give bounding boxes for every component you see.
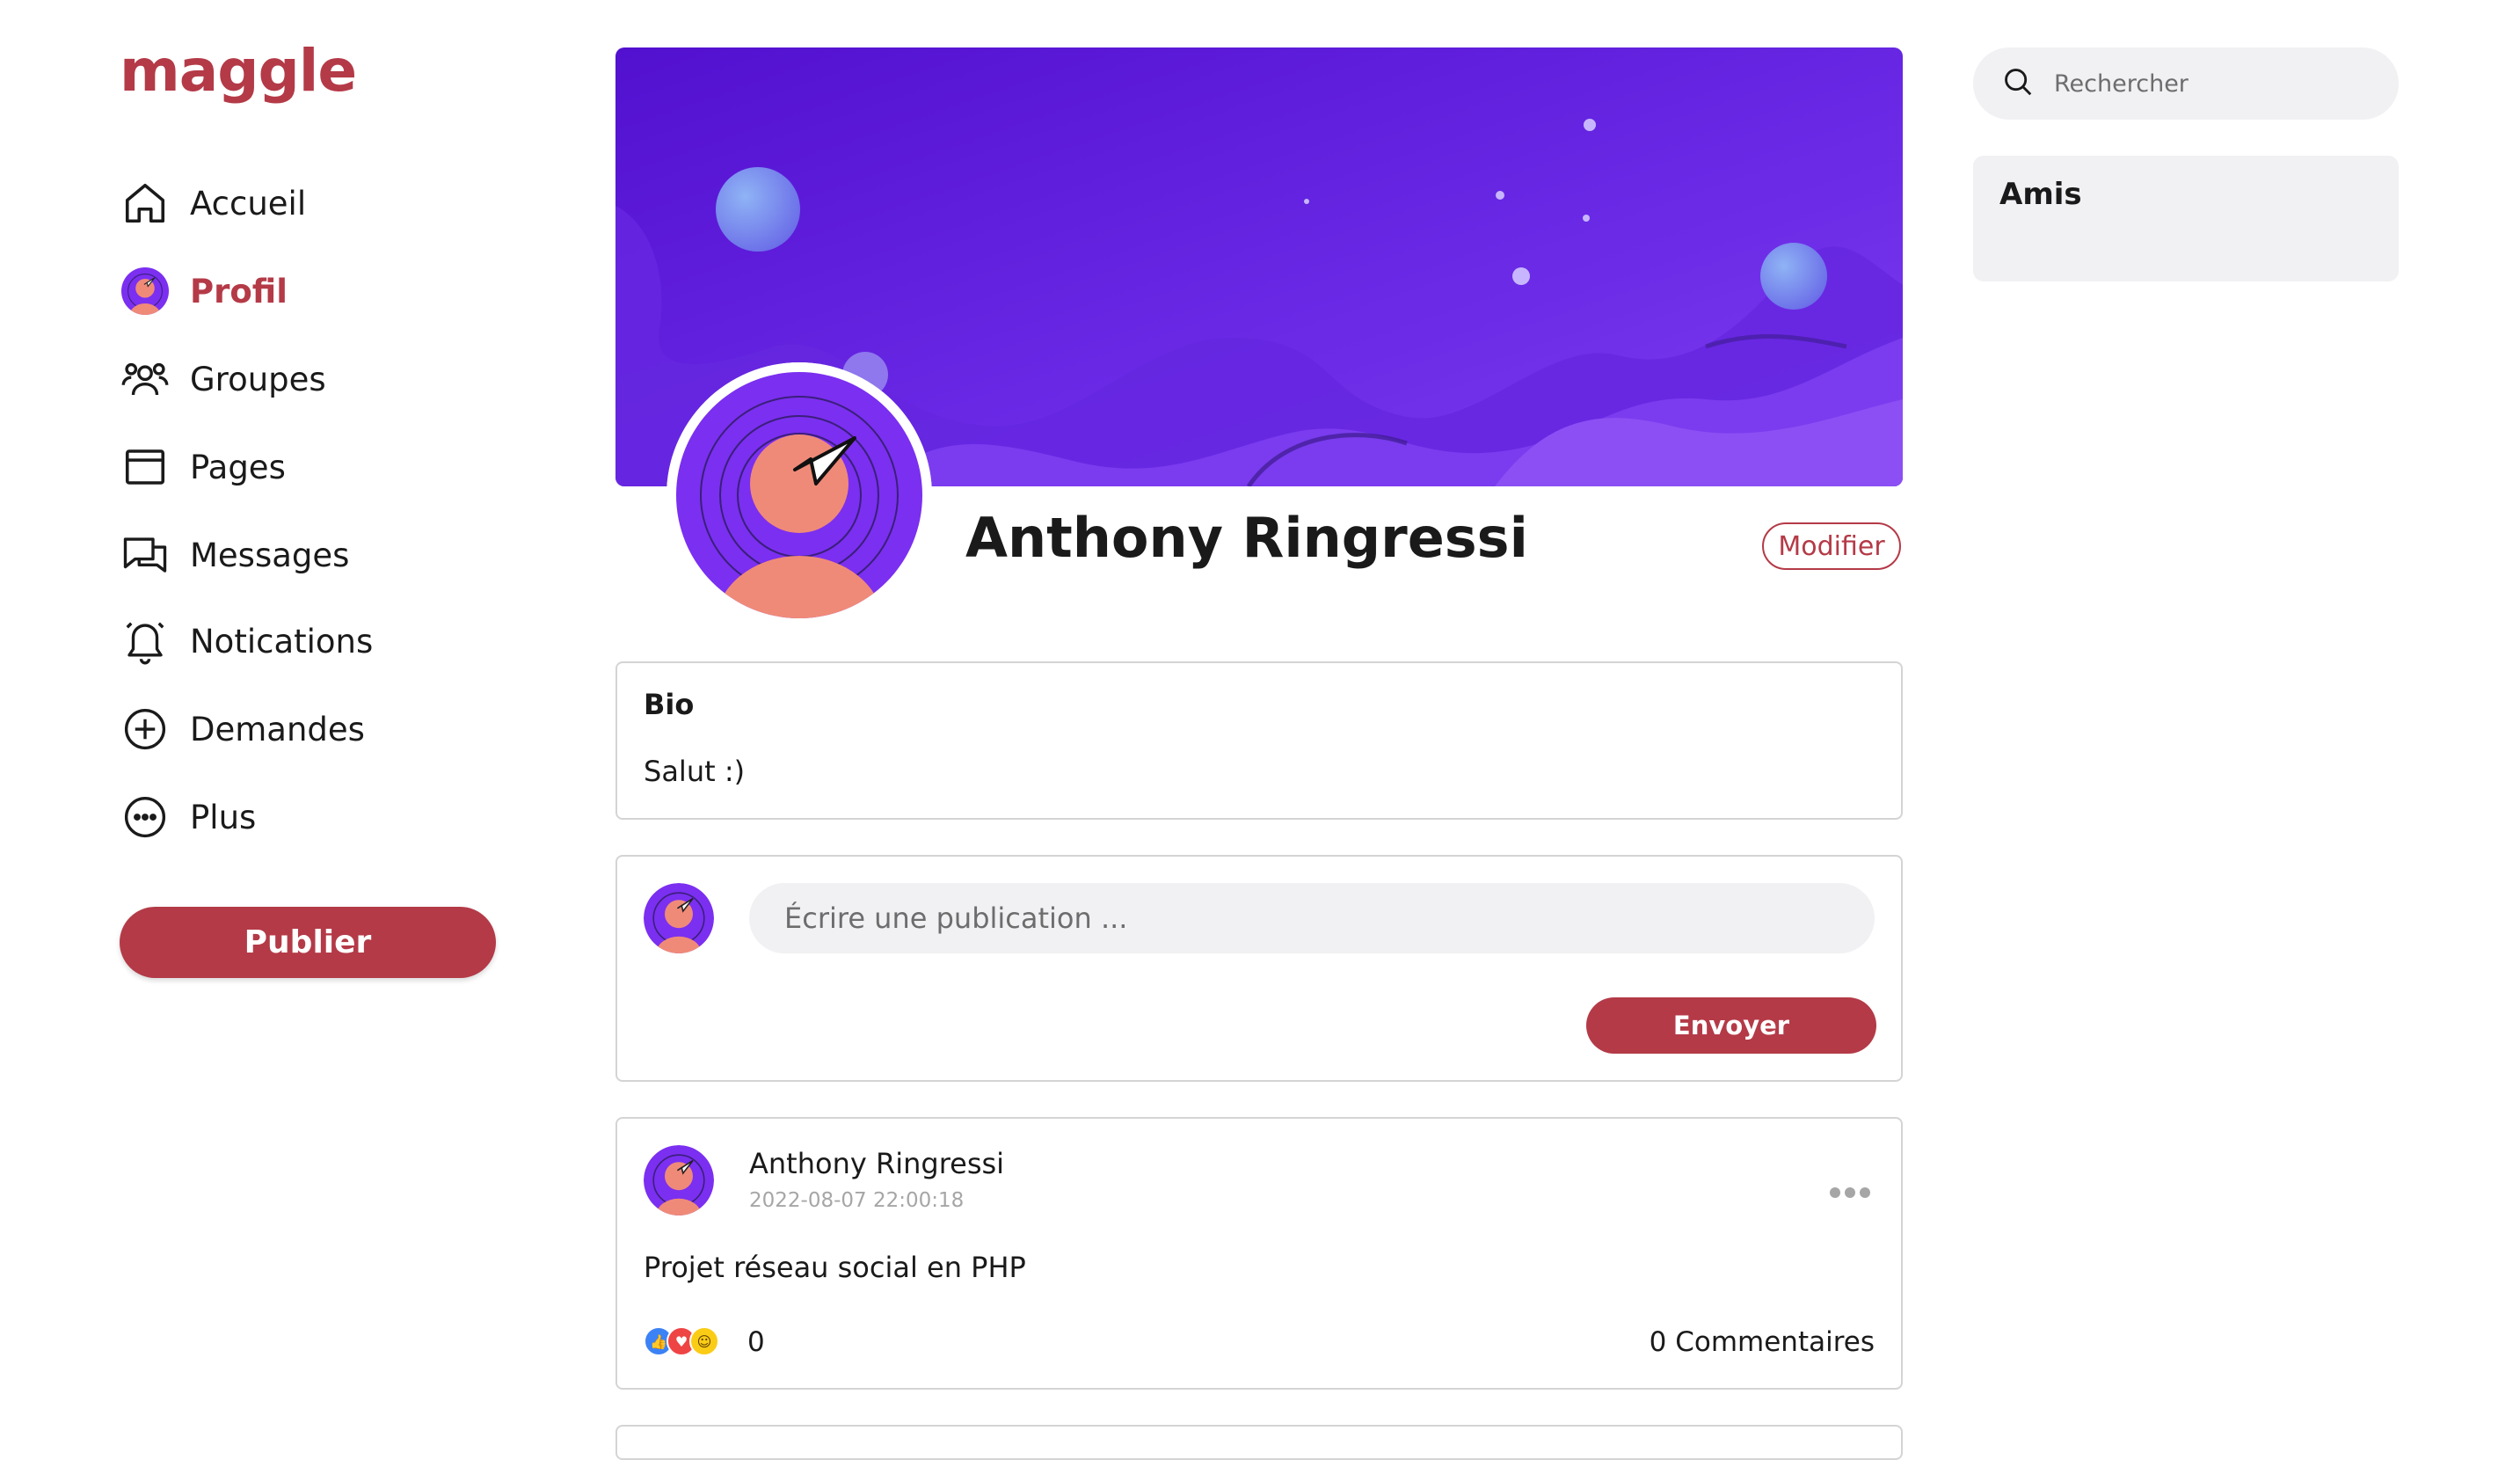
sidebar-item-label: Profil — [190, 272, 288, 310]
sidebar-item-profil[interactable]: Profil — [120, 260, 489, 322]
sidebar-item-label: Plus — [190, 798, 257, 836]
sidebar-item-label: Notications — [190, 622, 374, 661]
post-author[interactable]: Anthony Ringressi — [749, 1147, 1004, 1180]
sidebar-item-demandes[interactable]: Demandes — [120, 698, 489, 760]
sidebar-item-label: Groupes — [190, 360, 326, 398]
profile-name: Anthony Ringressi — [965, 506, 1528, 570]
post-card-next — [615, 1425, 1903, 1460]
sidebar-item-pages[interactable]: Pages — [120, 436, 489, 498]
post-avatar[interactable] — [644, 1145, 714, 1215]
messages-icon — [120, 529, 171, 580]
edit-profile-button[interactable]: Modifier — [1762, 522, 1901, 570]
reaction-count: 0 — [747, 1326, 765, 1358]
sidebar-item-label: Messages — [190, 536, 350, 574]
post-date: 2022-08-07 22:00:18 — [749, 1189, 965, 1212]
avatar-icon — [120, 266, 171, 317]
post-card: Anthony Ringressi 2022-08-07 22:00:18 Pr… — [615, 1117, 1903, 1390]
bio-card: Bio Salut :) — [615, 661, 1903, 820]
comments-link[interactable]: 0 Commentaires — [1650, 1326, 1875, 1358]
logo[interactable]: maggle — [120, 37, 357, 105]
send-button[interactable]: Envoyer — [1586, 997, 1876, 1054]
home-icon — [120, 178, 171, 229]
page-icon — [120, 442, 171, 493]
friends-title: Amis — [1999, 177, 2082, 212]
compose-input[interactable] — [749, 883, 1875, 953]
publish-button[interactable]: Publier — [120, 907, 496, 978]
bio-text: Salut :) — [644, 755, 746, 788]
search-icon — [2001, 65, 2035, 102]
sidebar-item-label: Accueil — [190, 184, 307, 223]
wow-icon: ☺ — [689, 1326, 719, 1356]
sidebar-item-messages[interactable]: Messages — [120, 524, 489, 586]
sidebar-item-groupes[interactable]: Groupes — [120, 348, 489, 410]
plus-circle-icon — [120, 704, 171, 755]
sidebar-item-accueil[interactable]: Accueil — [120, 172, 489, 234]
post-text: Projet réseau social en PHP — [644, 1251, 1026, 1284]
search-bar[interactable] — [1973, 47, 2399, 120]
bell-icon — [120, 616, 171, 667]
reactions[interactable]: 👍 ♥ ☺ — [644, 1326, 719, 1356]
sidebar-item-plus[interactable]: Plus — [120, 786, 489, 848]
post-composer: Envoyer — [615, 855, 1903, 1082]
users-icon — [120, 354, 171, 405]
profile-avatar[interactable] — [666, 362, 932, 628]
sidebar-item-label: Pages — [190, 448, 286, 486]
bio-title: Bio — [644, 688, 695, 721]
sidebar-item-notifications[interactable]: Notications — [120, 610, 489, 672]
search-input[interactable] — [2052, 69, 2372, 99]
more-circle-icon — [120, 792, 171, 843]
sidebar-item-label: Demandes — [190, 710, 365, 748]
more-dots-icon[interactable] — [1829, 1172, 1871, 1207]
composer-avatar — [644, 883, 714, 953]
friends-panel: Amis — [1973, 156, 2399, 281]
